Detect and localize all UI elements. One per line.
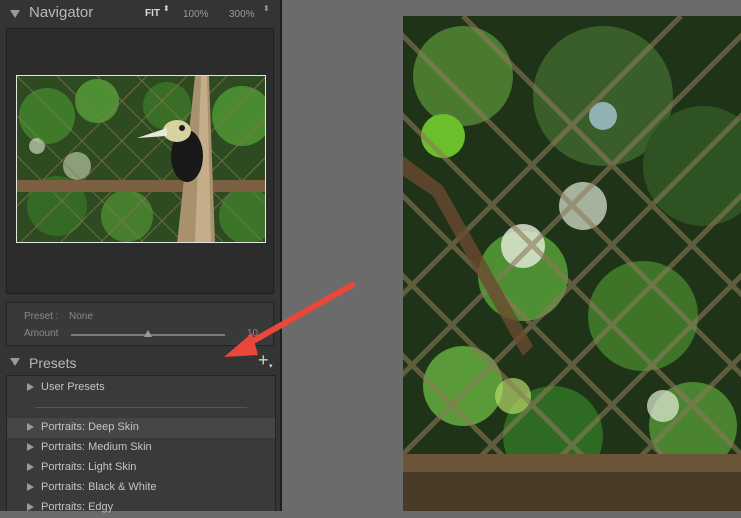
presets-list: User Presets Portraits: Deep Skin Portra… xyxy=(6,375,276,513)
zoom-100-option[interactable]: 100% xyxy=(183,9,209,20)
list-item-label: User Presets xyxy=(41,381,105,393)
collapse-triangle-icon[interactable] xyxy=(10,10,20,18)
presets-title: Presets xyxy=(29,355,77,371)
preset-label: Preset : xyxy=(24,311,59,322)
zoom-fit-stepper-icon[interactable]: ⬍ xyxy=(163,5,170,13)
zoom-300-stepper-icon[interactable]: ⬍ xyxy=(263,5,270,13)
list-item[interactable]: Portraits: Black & White xyxy=(7,478,275,498)
list-item[interactable]: Portraits: Medium Skin xyxy=(7,438,275,458)
preset-value: None xyxy=(69,311,93,322)
add-preset-button[interactable]: + xyxy=(258,351,269,369)
leaves-fence-photo xyxy=(403,16,741,511)
list-item-label: Portraits: Black & White xyxy=(41,481,157,493)
list-item[interactable]: Portraits: Deep Skin xyxy=(7,418,275,438)
toucan-photo-thumbnail xyxy=(17,76,265,242)
expand-triangle-icon[interactable] xyxy=(27,503,34,511)
navigator-thumbnail[interactable] xyxy=(16,75,266,243)
expand-triangle-icon[interactable] xyxy=(27,423,34,431)
expand-triangle-icon[interactable] xyxy=(27,383,34,391)
list-item-label: Portraits: Deep Skin xyxy=(41,421,139,433)
navigator-title: Navigator xyxy=(29,4,94,21)
left-panel: Navigator FIT ⬍ 100% 300% ⬍ Preset: Non… xyxy=(0,0,282,513)
expand-triangle-icon[interactable] xyxy=(27,463,34,471)
amount-label: Amount xyxy=(24,328,59,339)
expand-triangle-icon[interactable] xyxy=(27,483,34,491)
list-item[interactable]: Portraits: Edgy xyxy=(7,498,275,518)
collapse-triangle-icon[interactable] xyxy=(10,358,20,366)
presets-header[interactable]: Presets + ▾ xyxy=(0,351,280,374)
list-divider xyxy=(35,407,247,408)
list-item-label: Portraits: Medium Skin xyxy=(41,441,152,453)
expand-triangle-icon[interactable] xyxy=(27,443,34,451)
amount-value: 10 xyxy=(247,328,259,339)
preset-amount-panel: Preset : None Amount 10 xyxy=(6,302,274,346)
list-item[interactable]: User Presets xyxy=(7,378,275,398)
main-image-view[interactable] xyxy=(403,16,741,511)
zoom-300-option[interactable]: 300% xyxy=(229,9,255,20)
list-item-label: Portraits: Edgy xyxy=(41,501,114,513)
list-item[interactable]: Portraits: Light Skin xyxy=(7,458,275,478)
zoom-fit-option[interactable]: FIT xyxy=(145,8,160,19)
chevron-down-icon[interactable]: ▾ xyxy=(269,362,273,370)
amount-slider-thumb[interactable] xyxy=(144,330,152,337)
navigator-header[interactable]: Navigator FIT ⬍ 100% 300% ⬍ xyxy=(0,0,280,28)
list-item-label: Portraits: Light Skin xyxy=(41,461,137,473)
